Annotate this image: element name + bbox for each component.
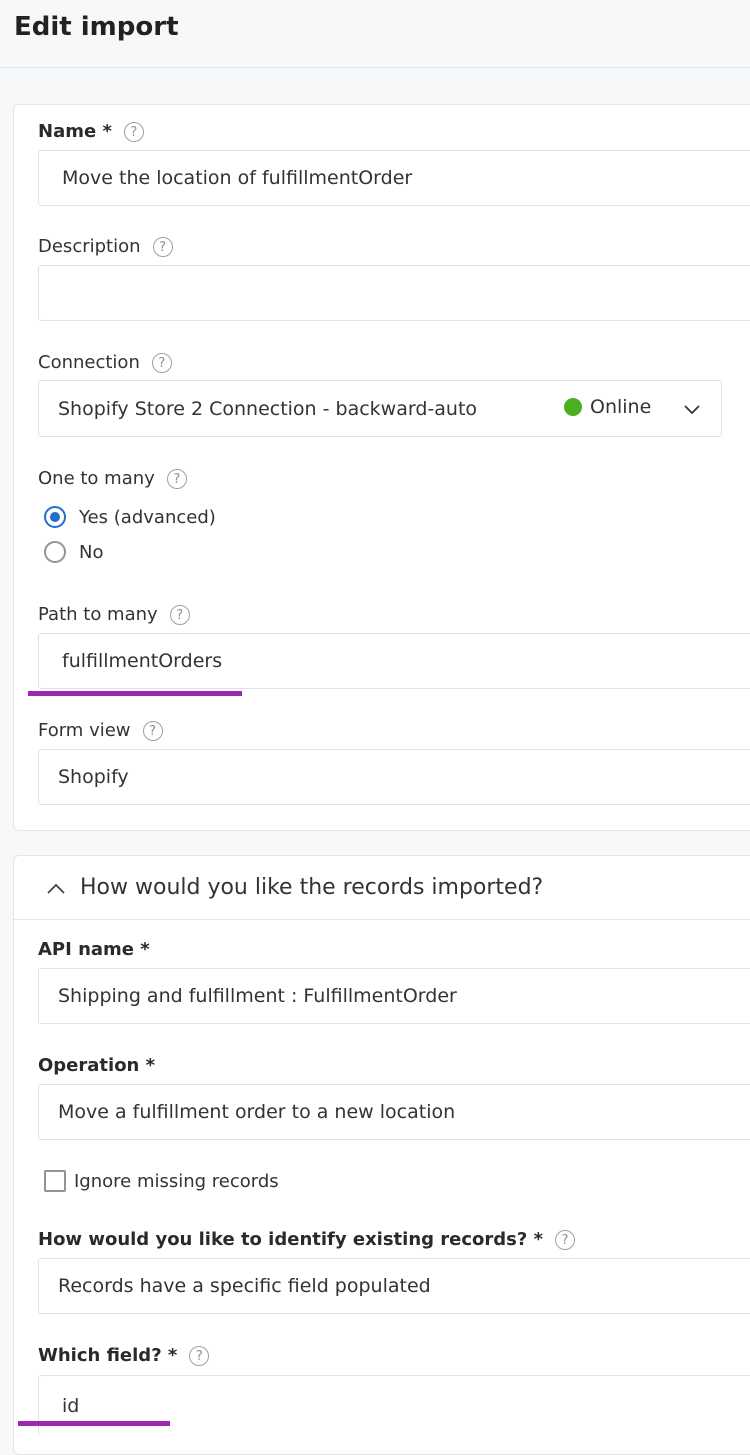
description-input[interactable]	[38, 265, 750, 321]
ignore-missing-checkbox[interactable]	[44, 1170, 66, 1192]
radio-no-label: No	[79, 541, 104, 563]
operation-label-text: Operation *	[38, 1055, 156, 1076]
connection-status: Online	[564, 395, 651, 419]
path-to-many-label-text: Path to many	[38, 604, 158, 625]
records-section-toggle[interactable]: How would you like the records imported?	[13, 856, 750, 920]
path-to-many-label: Path to many ?	[38, 603, 190, 627]
form-view-help-icon[interactable]: ?	[142, 721, 163, 741]
which-field-input[interactable]: id	[38, 1375, 750, 1436]
name-help-icon[interactable]: ?	[123, 122, 144, 142]
ignore-missing-checkbox-row[interactable]: Ignore missing records	[44, 1170, 279, 1192]
description-label-text: Description	[38, 236, 141, 257]
identify-records-select[interactable]: Records have a specific field populated	[38, 1258, 750, 1314]
online-status-dot-icon	[564, 398, 582, 416]
connection-label: Connection ?	[38, 351, 172, 375]
connection-select-value: Shopify Store 2 Connection - backward-au…	[58, 398, 478, 420]
operation-select-value: Move a fulfillment order to a new locati…	[58, 1101, 456, 1123]
annotation-underline	[28, 691, 242, 696]
operation-label: Operation *	[38, 1054, 155, 1078]
name-input-value: Move the location of fulfillmentOrder	[62, 167, 413, 189]
which-field-label: Which field? * ?	[38, 1344, 210, 1368]
path-to-many-input[interactable]: fulfillmentOrders	[38, 633, 750, 689]
description-help-icon[interactable]: ?	[152, 237, 173, 257]
api-name-label: API name *	[38, 938, 150, 962]
ignore-missing-label: Ignore missing records	[74, 1170, 279, 1192]
radio-no-icon[interactable]	[44, 541, 66, 563]
annotation-underline-2	[18, 1421, 170, 1426]
identify-records-label: How would you like to identify existing …	[38, 1228, 576, 1252]
page-header: Edit import	[0, 0, 750, 68]
which-field-input-value: id	[62, 1395, 80, 1417]
one-to-many-help-icon[interactable]: ?	[166, 469, 187, 489]
form-view-select-value: Shopify	[58, 766, 129, 788]
chevron-down-icon[interactable]	[684, 401, 700, 417]
identify-records-help-icon[interactable]: ?	[555, 1230, 576, 1250]
form-view-label-text: Form view	[38, 720, 131, 741]
path-to-many-input-value: fulfillmentOrders	[62, 650, 223, 672]
connection-select[interactable]: Shopify Store 2 Connection - backward-au…	[38, 380, 722, 437]
path-to-many-help-icon[interactable]: ?	[169, 605, 190, 625]
connection-status-text: Online	[590, 396, 652, 418]
which-field-help-icon[interactable]: ?	[189, 1346, 210, 1366]
one-to-many-label: One to many ?	[38, 467, 187, 491]
connection-help-icon[interactable]: ?	[151, 353, 172, 373]
identify-records-label-text: How would you like to identify existing …	[38, 1229, 544, 1250]
connection-label-text: Connection	[38, 352, 140, 373]
page-title: Edit import	[14, 12, 179, 42]
api-name-select-value: Shipping and fulfillment : FulfillmentOr…	[58, 985, 457, 1007]
identify-records-select-value: Records have a specific field populated	[58, 1275, 431, 1297]
radio-option-no[interactable]: No	[44, 541, 103, 563]
form-view-label: Form view ?	[38, 719, 163, 743]
description-label: Description ?	[38, 235, 173, 259]
operation-select[interactable]: Move a fulfillment order to a new locati…	[38, 1084, 750, 1140]
name-input[interactable]: Move the location of fulfillmentOrder	[38, 150, 750, 206]
records-section-title: How would you like the records imported?	[80, 875, 544, 900]
api-name-select[interactable]: Shipping and fulfillment : FulfillmentOr…	[38, 968, 750, 1024]
which-field-label-text: Which field? *	[38, 1345, 178, 1366]
one-to-many-label-text: One to many	[38, 468, 155, 489]
name-label: Name * ?	[38, 120, 144, 144]
name-label-text: Name *	[38, 121, 112, 142]
radio-yes-label: Yes (advanced)	[79, 506, 216, 528]
chevron-up-icon[interactable]	[47, 880, 65, 898]
radio-yes-checked-icon[interactable]	[44, 506, 66, 528]
radio-option-yes[interactable]: Yes (advanced)	[44, 506, 216, 528]
form-view-select[interactable]: Shopify	[38, 749, 750, 805]
api-name-label-text: API name *	[38, 939, 150, 960]
